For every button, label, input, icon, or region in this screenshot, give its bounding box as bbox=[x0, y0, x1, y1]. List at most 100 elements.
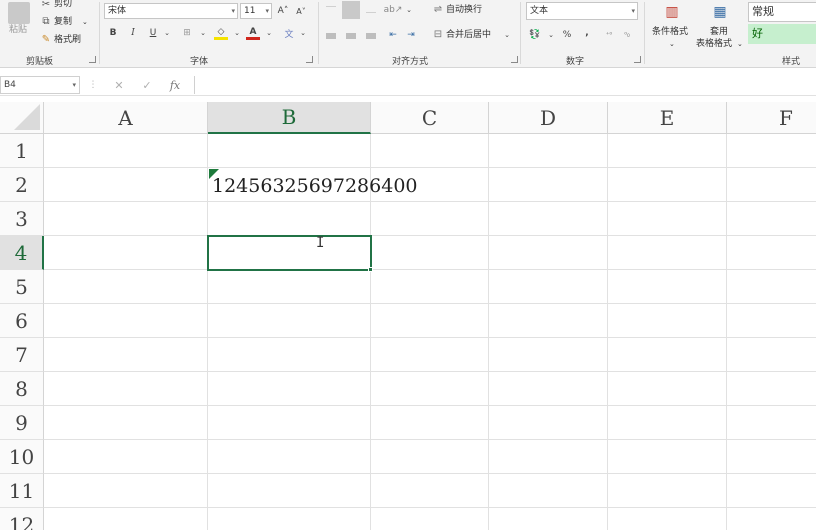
font-launcher-icon[interactable] bbox=[306, 56, 313, 63]
alignment-group-label: 对齐方式 bbox=[392, 57, 429, 67]
row-header-6[interactable]: 6 bbox=[0, 304, 44, 338]
italic-button[interactable]: I bbox=[126, 26, 140, 40]
table-format-label-1[interactable]: 套用 bbox=[710, 26, 728, 38]
align-left-icon[interactable] bbox=[326, 33, 336, 39]
increase-indent-icon[interactable]: ⇥ bbox=[404, 28, 418, 42]
merge-dropdown-icon[interactable]: ⌄ bbox=[500, 28, 514, 42]
font-size-value: 11 bbox=[244, 6, 256, 16]
copy-dropdown-icon[interactable]: ⌄ bbox=[82, 16, 88, 28]
copy-icon[interactable]: ⧉ bbox=[40, 17, 52, 27]
copy-button[interactable]: 复制 bbox=[54, 16, 72, 28]
accounting-icon[interactable]: 💱 bbox=[528, 28, 542, 42]
row-header-3[interactable]: 3 bbox=[0, 202, 44, 236]
style-normal[interactable]: 常规 bbox=[748, 2, 816, 22]
middle-align-icon[interactable] bbox=[342, 1, 360, 19]
row-header-8[interactable]: 8 bbox=[0, 372, 44, 406]
font-color-icon[interactable]: A bbox=[246, 26, 260, 40]
phonetic-icon[interactable]: 文 bbox=[282, 26, 296, 40]
row-header-11[interactable]: 11 bbox=[0, 474, 44, 508]
format-painter-button[interactable]: 格式刷 bbox=[54, 34, 81, 46]
decrease-font-icon[interactable]: A˅ bbox=[294, 4, 308, 18]
wrap-text-button[interactable]: 自动换行 bbox=[446, 4, 482, 16]
row-header-7[interactable]: 7 bbox=[0, 338, 44, 372]
formula-input[interactable] bbox=[194, 76, 816, 94]
paste-button[interactable]: 粘贴 bbox=[9, 24, 27, 36]
table-format-label-2[interactable]: 表格格式 bbox=[696, 38, 732, 50]
gridline bbox=[44, 167, 816, 168]
paste-icon[interactable] bbox=[8, 2, 30, 24]
style-good[interactable]: 好 bbox=[748, 24, 816, 44]
underline-dropdown-icon[interactable]: ⌄ bbox=[160, 26, 174, 40]
row-header-9[interactable]: 9 bbox=[0, 406, 44, 440]
row-header-10[interactable]: 10 bbox=[0, 440, 44, 474]
cut-icon[interactable]: ✂ bbox=[40, 0, 52, 10]
top-align-icon[interactable] bbox=[326, 6, 336, 7]
bold-button[interactable]: B bbox=[106, 26, 120, 40]
increase-font-icon[interactable]: A˄ bbox=[276, 4, 290, 18]
orientation-icon[interactable]: ab↗ bbox=[384, 3, 403, 17]
chevron-down-icon: ▾ bbox=[265, 7, 269, 15]
number-format-select[interactable]: 文本 ▾ bbox=[526, 2, 638, 20]
select-all-button[interactable] bbox=[0, 102, 44, 134]
more-icon[interactable]: ⋮ bbox=[84, 77, 102, 93]
fill-color-dropdown-icon[interactable]: ⌄ bbox=[230, 26, 244, 40]
worksheet-grid: A B C D E F 1 2 3 4 5 6 7 8 9 10 11 12 1… bbox=[0, 102, 816, 530]
orientation-dropdown-icon[interactable]: ⌄ bbox=[402, 3, 416, 17]
column-header-b[interactable]: B bbox=[208, 102, 371, 134]
border-icon[interactable]: ⊞ bbox=[180, 26, 194, 40]
conditional-format-icon[interactable]: ▥ bbox=[662, 2, 682, 22]
format-painter-icon[interactable]: ✎ bbox=[40, 35, 52, 45]
row-header-5[interactable]: 5 bbox=[0, 270, 44, 304]
separator bbox=[644, 2, 645, 64]
align-right-icon[interactable] bbox=[366, 33, 376, 39]
gridline bbox=[44, 235, 816, 236]
font-group-label: 字体 bbox=[190, 57, 209, 67]
column-header-c[interactable]: C bbox=[371, 102, 489, 134]
bottom-align-icon[interactable] bbox=[366, 12, 376, 13]
percent-button[interactable]: % bbox=[560, 28, 574, 42]
wrap-text-icon[interactable]: ⇌ bbox=[432, 4, 444, 16]
phonetic-dropdown-icon[interactable]: ⌄ bbox=[296, 26, 310, 40]
border-dropdown-icon[interactable]: ⌄ bbox=[196, 26, 210, 40]
conditional-format-button[interactable]: 条件格式 bbox=[652, 26, 688, 38]
row-header-12[interactable]: 12 bbox=[0, 508, 44, 530]
cut-button[interactable]: 剪切 bbox=[54, 0, 72, 10]
row-header-4[interactable]: 4 bbox=[0, 236, 44, 270]
alignment-launcher-icon[interactable] bbox=[511, 56, 518, 63]
table-format-dropdown-icon[interactable]: ⌄ bbox=[737, 38, 743, 50]
decrease-decimal-icon[interactable]: ⁰₀ bbox=[620, 28, 634, 42]
comma-button[interactable]: , bbox=[580, 26, 594, 40]
underline-button[interactable]: U bbox=[146, 26, 160, 40]
accounting-dropdown-icon[interactable]: ⌄ bbox=[544, 28, 558, 42]
selected-cell-b4[interactable] bbox=[207, 235, 372, 271]
separator bbox=[318, 2, 319, 64]
cancel-icon[interactable]: ✕ bbox=[110, 77, 128, 93]
enter-icon[interactable]: ✓ bbox=[138, 77, 156, 93]
font-color-dropdown-icon[interactable]: ⌄ bbox=[262, 26, 276, 40]
insert-function-button[interactable]: fx bbox=[166, 77, 184, 93]
name-box[interactable]: B4 ▾ bbox=[0, 76, 80, 94]
merge-center-button[interactable]: 合并后居中 bbox=[446, 29, 491, 41]
style-good-label: 好 bbox=[752, 27, 763, 40]
column-header-e[interactable]: E bbox=[608, 102, 727, 134]
conditional-format-dropdown-icon[interactable]: ⌄ bbox=[669, 38, 675, 50]
table-format-icon[interactable]: ▦ bbox=[710, 2, 730, 22]
merge-center-icon[interactable]: ⊟ bbox=[432, 29, 444, 41]
column-header-f[interactable]: F bbox=[727, 102, 816, 134]
row-header-1[interactable]: 1 bbox=[0, 134, 44, 168]
fill-color-icon[interactable]: ◇ bbox=[214, 26, 228, 40]
column-header-a[interactable]: A bbox=[44, 102, 208, 134]
clipboard-launcher-icon[interactable] bbox=[89, 56, 96, 63]
row-header-2[interactable]: 2 bbox=[0, 168, 44, 202]
cell-b2[interactable]: 12456325697286400 bbox=[212, 175, 418, 197]
fill-handle[interactable] bbox=[368, 267, 373, 272]
font-size-select[interactable]: 11 ▾ bbox=[240, 3, 272, 19]
gridline bbox=[44, 269, 816, 270]
decrease-indent-icon[interactable]: ⇤ bbox=[386, 28, 400, 42]
font-name-select[interactable]: 宋体 ▾ bbox=[104, 3, 238, 19]
number-launcher-icon[interactable] bbox=[634, 56, 641, 63]
ribbon: 粘贴 ✂ 剪切 ⧉ 复制 ⌄ ✎ 格式刷 剪贴板 宋体 ▾ 11 ▾ A˄ A˅… bbox=[0, 0, 816, 68]
column-header-d[interactable]: D bbox=[489, 102, 608, 134]
align-center-icon[interactable] bbox=[346, 33, 356, 39]
increase-decimal-icon[interactable]: ⁺⁰ bbox=[602, 28, 616, 42]
